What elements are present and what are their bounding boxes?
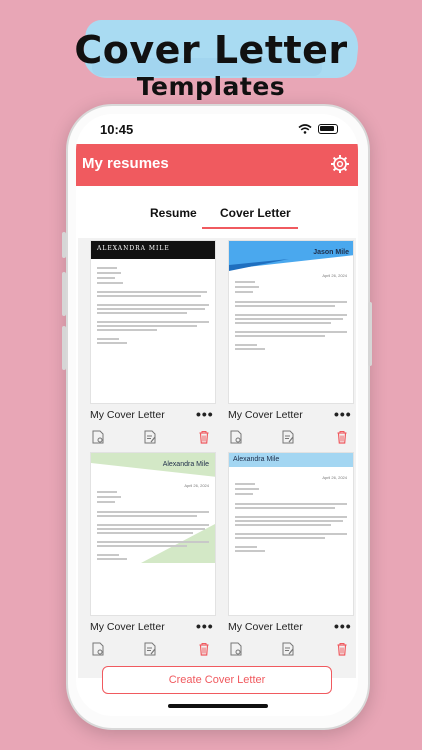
preview-document-icon[interactable] bbox=[92, 430, 104, 444]
template-date: April 26, 2024 bbox=[322, 475, 347, 480]
template-date: April 26, 2024 bbox=[184, 483, 209, 488]
cover-letter-thumbnail[interactable]: ALEXANDRA MILE bbox=[90, 240, 216, 404]
card-more-menu[interactable]: ••• bbox=[334, 406, 352, 422]
phone-volume-up-button bbox=[62, 272, 66, 316]
preview-document-icon[interactable] bbox=[92, 642, 104, 656]
create-cover-letter-button[interactable]: Create Cover Letter bbox=[102, 666, 332, 694]
delete-trash-icon[interactable] bbox=[336, 430, 348, 444]
template-name: Alexandra Mile bbox=[233, 456, 280, 463]
card-more-menu[interactable]: ••• bbox=[196, 618, 214, 634]
template-name: Alexandra Mile bbox=[162, 461, 209, 468]
settings-gear-icon[interactable] bbox=[330, 154, 350, 174]
delete-trash-icon[interactable] bbox=[198, 642, 210, 656]
card-title: My Cover Letter bbox=[228, 409, 303, 421]
template-date: April 26, 2024 bbox=[322, 273, 347, 278]
cover-letter-thumbnail[interactable]: Jason Mile April 26, 2024 bbox=[228, 240, 354, 404]
delete-trash-icon[interactable] bbox=[336, 642, 348, 656]
card-more-menu[interactable]: ••• bbox=[196, 406, 214, 422]
phone-power-button bbox=[368, 302, 372, 366]
app-bar: My resumes bbox=[76, 144, 358, 186]
card-title: My Cover Letter bbox=[90, 621, 165, 633]
edit-document-icon[interactable] bbox=[144, 430, 156, 444]
tab-bar: Resume Cover Letter bbox=[76, 198, 358, 230]
cover-letter-thumbnail[interactable]: Alexandra Mile April 26, 2024 bbox=[228, 452, 354, 616]
status-bar: 10:45 bbox=[76, 114, 358, 146]
preview-document-icon[interactable] bbox=[230, 642, 242, 656]
template-name: ALEXANDRA MILE bbox=[97, 245, 170, 252]
headline-title: Cover Letter bbox=[74, 28, 348, 72]
template-name: Jason Mile bbox=[313, 249, 349, 256]
battery-icon bbox=[318, 124, 338, 134]
wifi-icon bbox=[298, 124, 312, 134]
template-header-graphic bbox=[229, 241, 353, 271]
headline-subtitle: Templates bbox=[136, 72, 286, 101]
edit-document-icon[interactable] bbox=[144, 642, 156, 656]
card-title: My Cover Letter bbox=[228, 621, 303, 633]
edit-document-icon[interactable] bbox=[282, 430, 294, 444]
cover-letter-thumbnail[interactable]: Alexandra Mile April 26, 2024 bbox=[90, 452, 216, 616]
template-header-graphic bbox=[91, 453, 215, 563]
status-time: 10:45 bbox=[100, 122, 134, 137]
tab-selected-underline bbox=[202, 227, 298, 229]
app-screen: 10:45 My resumes Resume Cover Letter ALE… bbox=[76, 114, 358, 716]
tab-cover-letter[interactable]: Cover Letter bbox=[220, 206, 291, 220]
card-more-menu[interactable]: ••• bbox=[334, 618, 352, 634]
app-bar-title: My resumes bbox=[82, 155, 169, 172]
phone-mute-button bbox=[62, 232, 66, 258]
status-icons bbox=[298, 124, 338, 134]
card-title: My Cover Letter bbox=[90, 409, 165, 421]
home-indicator bbox=[168, 704, 268, 708]
preview-document-icon[interactable] bbox=[230, 430, 242, 444]
tab-resume[interactable]: Resume bbox=[150, 206, 197, 220]
cover-letter-grid: ALEXANDRA MILE My Cover Letter ••• Jason… bbox=[78, 238, 356, 678]
delete-trash-icon[interactable] bbox=[198, 430, 210, 444]
phone-volume-down-button bbox=[62, 326, 66, 370]
edit-document-icon[interactable] bbox=[282, 642, 294, 656]
